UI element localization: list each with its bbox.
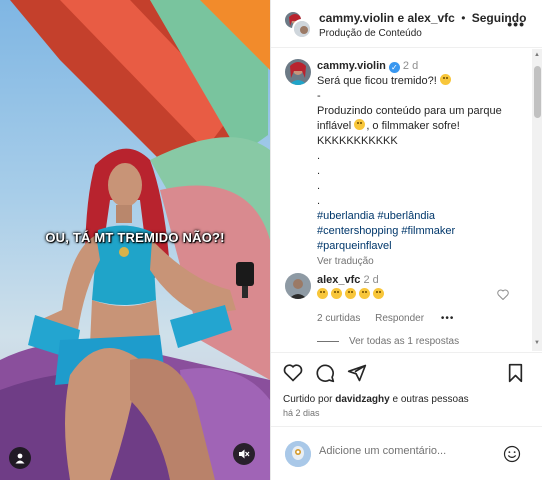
caption-line: . xyxy=(317,165,321,177)
comment-username[interactable]: alex_vfc xyxy=(317,274,360,286)
caption-line: Será que ficou tremido?! xyxy=(317,75,437,87)
current-user-avatar xyxy=(285,441,311,467)
like-heart-icon[interactable] xyxy=(283,363,303,382)
scroll-down-arrow-icon[interactable]: ▼ xyxy=(534,340,540,346)
separator-dot: • xyxy=(461,11,466,25)
post-details-panel: cammy.violin e alex_vfc • Seguindo Produ… xyxy=(270,0,542,480)
caption-comment: cammy.violin ✓ 2 d Será que ficou tremido?… xyxy=(317,59,527,269)
liked-by-text: Curtido por davidzaghy e outras pessoas xyxy=(283,393,469,406)
caption-line: . xyxy=(317,150,321,162)
speaker-muted-icon xyxy=(239,449,250,459)
caption-line-suffix: , o filmmaker sofre! xyxy=(366,120,460,132)
hashtag-line[interactable]: #parqueinflavel xyxy=(317,239,527,254)
grinning-sweat-emoji-icon xyxy=(373,288,384,299)
profile-tag-button[interactable] xyxy=(9,447,31,469)
verified-badge-icon: ✓ xyxy=(388,62,400,73)
post-header: cammy.violin e alex_vfc • Seguindo Produ… xyxy=(271,0,542,48)
comment-username[interactable]: cammy.violin xyxy=(317,60,386,72)
share-send-icon[interactable] xyxy=(347,363,367,383)
grinning-sweat-emoji-icon xyxy=(354,119,366,130)
reply-emoji-row xyxy=(317,288,497,303)
caption-line: . xyxy=(317,195,321,207)
caption-line: Produzindo conteúdo para um parque xyxy=(317,105,502,117)
caption-line: - xyxy=(317,90,321,102)
scroll-up-arrow-icon[interactable]: ▲ xyxy=(534,52,540,58)
avatar-cammy[interactable] xyxy=(285,59,311,85)
comments-list: cammy.violin ✓ 2 d Será que ficou tremido?… xyxy=(271,49,542,351)
caption-line: inflável xyxy=(317,120,352,132)
comment-composer xyxy=(271,426,542,480)
comment-options-ellipsis-icon[interactable]: ••• xyxy=(441,313,455,324)
reply-link[interactable]: Responder xyxy=(375,313,424,324)
reply-comment: alex_vfc 2 d 2 curtidas Responder ••• xyxy=(317,273,497,326)
grinning-sweat-emoji-icon xyxy=(317,288,328,299)
view-replies-link[interactable]: Ver todas as 1 respostas xyxy=(317,336,459,347)
hashtag-line[interactable]: #uberlandia #uberlândia xyxy=(317,209,527,224)
replies-divider xyxy=(317,340,339,342)
emoji-picker-icon[interactable] xyxy=(503,445,521,463)
view-replies-label: Ver todas as 1 respostas xyxy=(349,336,460,347)
liked-by-prefix: Curtido por xyxy=(283,394,333,405)
mute-button[interactable] xyxy=(233,443,255,465)
post-media[interactable]: OU, TÁ MT TREMIDO NÃO?! xyxy=(0,0,270,480)
header-subtitle: Produção de Conteúdo xyxy=(319,28,422,39)
liked-by-user[interactable]: davidzaghy xyxy=(335,394,389,405)
comment-time[interactable]: 2 d xyxy=(403,60,418,72)
see-translation-link[interactable]: Ver tradução xyxy=(317,254,527,269)
collab-usernames[interactable]: cammy.violin e alex_vfc xyxy=(319,11,455,25)
avatar-alex[interactable] xyxy=(285,273,311,299)
person-icon xyxy=(15,453,25,464)
heart-outline-icon[interactable] xyxy=(497,289,509,300)
caption-line: KKKKKKKKKKK xyxy=(317,135,398,147)
scrollbar-thumb[interactable] xyxy=(534,66,541,118)
comment-time[interactable]: 2 d xyxy=(363,274,378,286)
ellipsis-icon[interactable]: ••• xyxy=(507,16,525,32)
grinning-sweat-emoji-icon xyxy=(359,288,370,299)
liked-by-others[interactable]: e outras pessoas xyxy=(393,394,469,405)
video-caption: OU, TÁ MT TREMIDO NÃO?! xyxy=(45,230,225,245)
post-timestamp[interactable]: há 2 dias xyxy=(283,408,320,418)
grinning-sweat-emoji-icon xyxy=(439,74,451,85)
save-bookmark-icon[interactable] xyxy=(507,363,524,383)
header-title: cammy.violin e alex_vfc • Seguindo xyxy=(319,11,526,25)
comment-input[interactable] xyxy=(319,445,499,457)
caption-line: . xyxy=(317,180,321,192)
grinning-sweat-emoji-icon xyxy=(345,288,356,299)
hashtag-line[interactable]: #centershopping #filmmaker xyxy=(317,224,527,239)
comment-bubble-icon[interactable] xyxy=(315,363,335,383)
comment-likes-count[interactable]: 2 curtidas xyxy=(317,313,360,324)
collab-avatars[interactable] xyxy=(283,10,312,39)
avatar-alex[interactable] xyxy=(292,19,312,39)
grinning-sweat-emoji-icon xyxy=(331,288,342,299)
